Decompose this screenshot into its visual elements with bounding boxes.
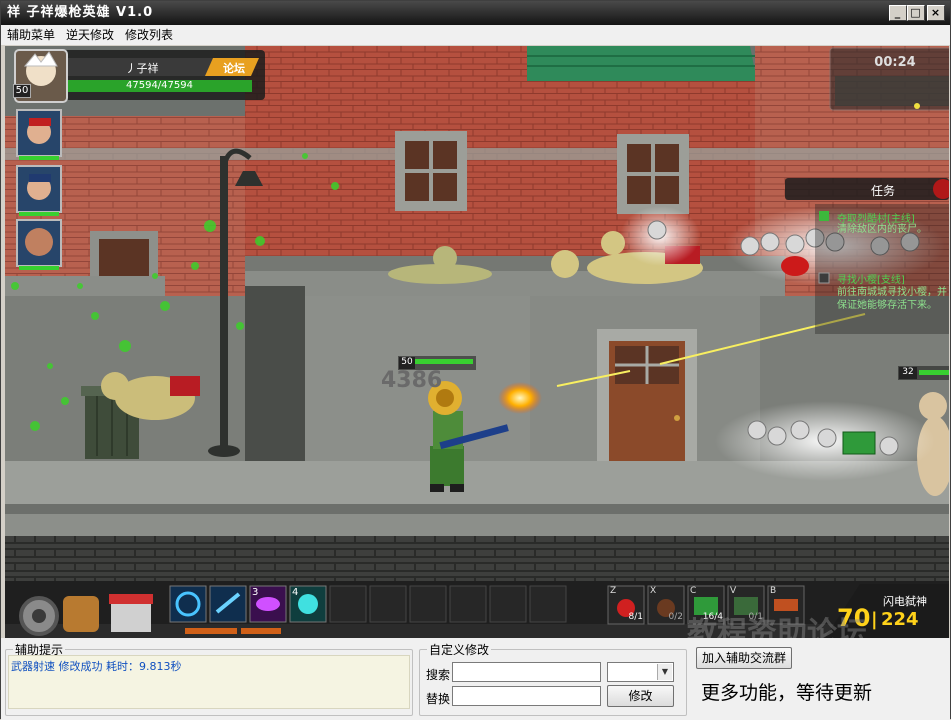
more-features-text: 更多功能，等待更新 bbox=[701, 682, 873, 704]
quest-1-title: 夺取烈酷村[主线] bbox=[837, 214, 915, 225]
menu-god-mod[interactable]: 逆天修改 bbox=[60, 25, 119, 45]
quest-header[interactable]: 任务 bbox=[853, 182, 913, 199]
close-button[interactable]: × bbox=[927, 5, 945, 21]
item-z-key: Z bbox=[610, 586, 617, 596]
join-group-button[interactable]: 加入辅助交流群 bbox=[696, 647, 792, 669]
modify-button[interactable]: 修改 bbox=[607, 685, 674, 707]
item-z-count: 8/1 bbox=[628, 612, 643, 622]
replace-input[interactable] bbox=[452, 686, 601, 706]
replace-label: 替换 bbox=[426, 692, 451, 706]
hint-box: 武器射速 修改成功 耗时：9.813秒 bbox=[8, 655, 410, 709]
coins-roof bbox=[620, 206, 700, 266]
menu-mod-list[interactable]: 修改列表 bbox=[119, 25, 178, 45]
weapon-reserve: 224 bbox=[881, 609, 919, 630]
chevron-down-icon: ▼ bbox=[657, 664, 672, 680]
item-x-key: X bbox=[650, 586, 657, 596]
weapon-name: 闪电弑神 bbox=[883, 595, 927, 608]
custom-modify-label: 自定义修改 bbox=[427, 641, 492, 658]
game-viewport[interactable]: 丿子祥 论坛 47594/47594 50 00:24 任务 夺取烈酷村[主线]… bbox=[5, 46, 949, 638]
quest-1-desc: 清除敌区内的丧尸。 bbox=[837, 224, 927, 235]
quest-2-title: 寻找小樱[支线] bbox=[837, 275, 905, 286]
game-scene bbox=[5, 46, 949, 638]
stage-timer: 00:24 bbox=[874, 55, 916, 70]
damage-number: 4386 bbox=[381, 368, 443, 393]
search-input[interactable] bbox=[452, 662, 601, 682]
quest-2-desc: 前往南城城寻找小樱，并保证她能够存活下来。 bbox=[837, 287, 947, 311]
watermark-text: 教程资助论坛 bbox=[687, 616, 867, 638]
door bbox=[597, 329, 697, 464]
enemy-level: 32 bbox=[899, 367, 917, 379]
skill-4-key: 4 bbox=[292, 587, 299, 598]
player-hp: 47594/47594 bbox=[126, 80, 193, 91]
item-x-count: 0/2 bbox=[668, 612, 683, 622]
title-bar[interactable]: 祥 子祥爆枪英雄 V1.0 _ □ × bbox=[1, 1, 950, 25]
ammo-separator: | bbox=[871, 609, 878, 630]
maximize-button[interactable]: □ bbox=[907, 5, 925, 21]
item-c-key: C bbox=[690, 586, 697, 596]
coins-right-lower bbox=[715, 401, 935, 481]
hint-message: 武器射速 修改成功 耗时：9.813秒 bbox=[11, 660, 182, 673]
skill-3-key: 3 bbox=[252, 587, 259, 598]
player-level: 50 bbox=[13, 84, 31, 98]
window-title: 祥 子祥爆枪英雄 V1.0 bbox=[7, 5, 154, 20]
menu-assist[interactable]: 辅助菜单 bbox=[1, 25, 60, 45]
item-b-key: B bbox=[770, 586, 777, 596]
search-type-select[interactable]: ▼ bbox=[607, 662, 674, 682]
forum-button[interactable]: 论坛 bbox=[211, 60, 257, 76]
search-label: 搜索 bbox=[426, 668, 451, 682]
player-name: 丿子祥 bbox=[125, 62, 159, 75]
item-v-key: V bbox=[730, 586, 737, 596]
menu-bar: 辅助菜单 逆天修改 修改列表 bbox=[1, 25, 950, 45]
app-window: 祥 子祥爆枪英雄 V1.0 _ □ × 辅助菜单 逆天修改 修改列表 丿子祥 论… bbox=[0, 0, 951, 720]
minimize-button[interactable]: _ bbox=[889, 5, 907, 21]
control-panel: 辅助提示 武器射速 修改成功 耗时：9.813秒 自定义修改 搜索 ▼ 替换 修… bbox=[1, 638, 950, 720]
